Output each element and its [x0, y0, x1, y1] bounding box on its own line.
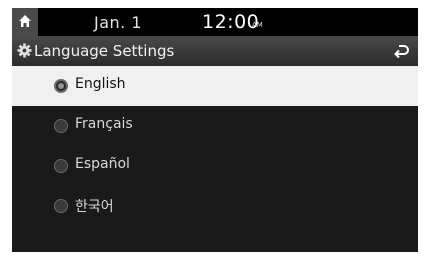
language-label: 한국어 [75, 199, 114, 215]
back-button[interactable] [384, 36, 418, 66]
time-display: 12:00 [202, 11, 260, 33]
language-option-espanol[interactable]: Español [12, 146, 418, 186]
language-list: English Français Español 한국어 [12, 66, 418, 226]
back-arrow-icon [394, 45, 409, 58]
ampm-indicator: AM [252, 21, 263, 29]
language-label: Français [75, 116, 133, 132]
radio-unselected-icon [54, 119, 68, 133]
date-display: Jan. 1 [94, 13, 143, 32]
radio-unselected-icon [54, 159, 68, 173]
radio-selected-icon [54, 79, 68, 93]
language-option-korean[interactable]: 한국어 [12, 186, 418, 226]
page-title: Language Settings [34, 42, 175, 60]
language-option-francais[interactable]: Français [12, 106, 418, 146]
title-bar: Language Settings [12, 36, 418, 66]
status-bar: Jan. 1 12:00 AM [12, 8, 418, 36]
gear-icon [17, 43, 32, 58]
language-label: English [75, 76, 126, 92]
language-label: Español [75, 156, 130, 172]
home-button[interactable] [12, 8, 38, 36]
settings-screen: Jan. 1 12:00 AM Language Settings Englis… [12, 8, 418, 252]
home-icon [19, 15, 31, 27]
radio-unselected-icon [54, 199, 68, 213]
language-option-english[interactable]: English [12, 66, 418, 106]
